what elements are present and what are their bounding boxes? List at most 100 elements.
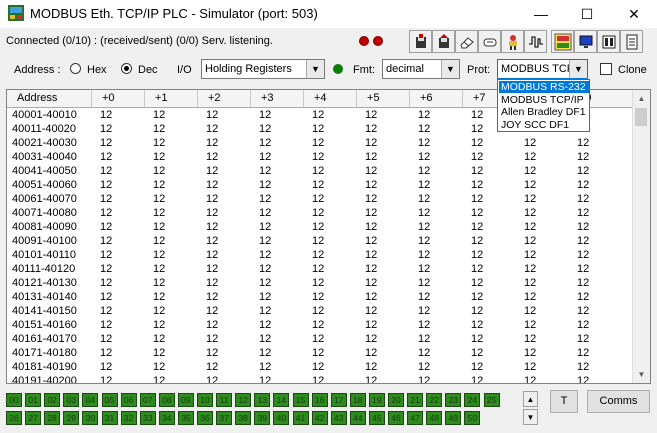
register-value[interactable]: 12 (471, 108, 483, 122)
register-value[interactable]: 12 (524, 136, 536, 150)
station-box[interactable]: 08 (158, 393, 175, 407)
station-box[interactable]: 29 (63, 411, 80, 425)
station-box[interactable]: 21 (407, 393, 424, 407)
register-value[interactable]: 12 (418, 136, 430, 150)
maximize-button[interactable]: ☐ (564, 0, 610, 28)
register-value[interactable]: 12 (524, 360, 536, 374)
io-select[interactable]: Holding Registers ▼ (201, 59, 325, 79)
register-value[interactable]: 12 (100, 164, 112, 178)
station-box[interactable]: 03 (63, 393, 80, 407)
register-value[interactable]: 12 (365, 276, 377, 290)
station-box[interactable]: 50 (464, 411, 481, 425)
register-value[interactable]: 12 (153, 346, 165, 360)
register-value[interactable]: 12 (259, 262, 271, 276)
station-box[interactable]: 30 (82, 411, 99, 425)
register-value[interactable]: 12 (259, 234, 271, 248)
register-value[interactable]: 12 (524, 206, 536, 220)
register-value[interactable]: 12 (259, 346, 271, 360)
register-value[interactable]: 12 (365, 304, 377, 318)
register-value[interactable]: 12 (259, 192, 271, 206)
register-value[interactable]: 12 (312, 346, 324, 360)
register-value[interactable]: 12 (365, 220, 377, 234)
waveform-icon[interactable] (524, 30, 547, 53)
station-box[interactable]: 48 (426, 411, 443, 425)
station-box[interactable]: 01 (25, 393, 42, 407)
register-value[interactable]: 12 (418, 164, 430, 178)
register-value[interactable]: 12 (524, 220, 536, 234)
register-value[interactable]: 12 (418, 360, 430, 374)
station-box[interactable]: 38 (235, 411, 252, 425)
register-grid[interactable]: Address+0+1+2+3+4+5+6+7+8+9 40001-400101… (6, 89, 651, 384)
register-value[interactable]: 12 (100, 346, 112, 360)
fmt-select[interactable]: decimal ▼ (382, 59, 460, 79)
station-box[interactable]: 40 (273, 411, 290, 425)
register-value[interactable]: 12 (577, 262, 589, 276)
register-value[interactable]: 12 (471, 206, 483, 220)
station-box[interactable]: 15 (292, 393, 309, 407)
register-value[interactable]: 12 (206, 108, 218, 122)
register-value[interactable]: 12 (153, 164, 165, 178)
register-value[interactable]: 12 (524, 276, 536, 290)
register-value[interactable]: 12 (524, 332, 536, 346)
register-value[interactable]: 12 (577, 346, 589, 360)
register-value[interactable]: 12 (312, 164, 324, 178)
register-value[interactable]: 12 (577, 150, 589, 164)
station-box[interactable]: 42 (311, 411, 328, 425)
register-value[interactable]: 12 (259, 220, 271, 234)
station-box[interactable]: 10 (197, 393, 213, 407)
register-value[interactable]: 12 (471, 346, 483, 360)
register-value[interactable]: 12 (206, 248, 218, 262)
station-box[interactable]: 39 (254, 411, 271, 425)
register-value[interactable]: 12 (365, 192, 377, 206)
register-value[interactable]: 12 (100, 178, 112, 192)
station-box[interactable]: 41 (292, 411, 309, 425)
register-value[interactable]: 12 (153, 192, 165, 206)
register-value[interactable]: 12 (577, 374, 589, 383)
register-value[interactable]: 12 (524, 150, 536, 164)
register-value[interactable]: 12 (577, 332, 589, 346)
station-box[interactable]: 47 (407, 411, 424, 425)
register-value[interactable]: 12 (206, 276, 218, 290)
station-box[interactable]: 43 (330, 411, 347, 425)
register-value[interactable]: 12 (206, 262, 218, 276)
register-value[interactable]: 12 (577, 192, 589, 206)
station-scroll-up-icon[interactable]: ▲ (523, 391, 538, 407)
register-value[interactable]: 12 (259, 150, 271, 164)
register-value[interactable]: 12 (418, 192, 430, 206)
register-value[interactable]: 12 (153, 234, 165, 248)
register-value[interactable]: 12 (206, 164, 218, 178)
register-value[interactable]: 12 (100, 220, 112, 234)
station-box[interactable]: 26 (6, 411, 22, 425)
register-value[interactable]: 12 (100, 304, 112, 318)
hex-radio[interactable] (70, 63, 81, 74)
register-value[interactable]: 12 (100, 122, 112, 136)
register-value[interactable]: 12 (524, 304, 536, 318)
register-value[interactable]: 12 (365, 248, 377, 262)
register-value[interactable]: 12 (471, 360, 483, 374)
register-value[interactable]: 12 (577, 304, 589, 318)
prot-option[interactable]: MODBUS TCP/IP (499, 94, 590, 106)
register-value[interactable]: 12 (153, 262, 165, 276)
register-value[interactable]: 12 (365, 136, 377, 150)
register-value[interactable]: 12 (100, 360, 112, 374)
register-value[interactable]: 12 (577, 290, 589, 304)
register-value[interactable]: 12 (153, 248, 165, 262)
register-value[interactable]: 12 (365, 108, 377, 122)
station-box[interactable]: 27 (25, 411, 42, 425)
register-value[interactable]: 12 (153, 122, 165, 136)
station-box[interactable]: 04 (82, 393, 99, 407)
register-value[interactable]: 12 (206, 122, 218, 136)
register-value[interactable]: 12 (471, 178, 483, 192)
register-value[interactable]: 12 (100, 136, 112, 150)
prot-option[interactable]: Allen Bradley DF1 (499, 106, 590, 118)
register-value[interactable]: 12 (365, 346, 377, 360)
prot-option[interactable]: JOY SCC DF1 (499, 119, 590, 131)
station-box[interactable]: 00 (6, 393, 22, 407)
register-value[interactable]: 12 (471, 332, 483, 346)
station-box[interactable]: 20 (388, 393, 404, 407)
station-box[interactable]: 23 (445, 393, 462, 407)
station-box[interactable]: 35 (177, 411, 194, 425)
scroll-up-icon[interactable]: ▲ (633, 90, 650, 107)
columns-icon[interactable] (597, 30, 620, 53)
register-value[interactable]: 12 (471, 248, 483, 262)
